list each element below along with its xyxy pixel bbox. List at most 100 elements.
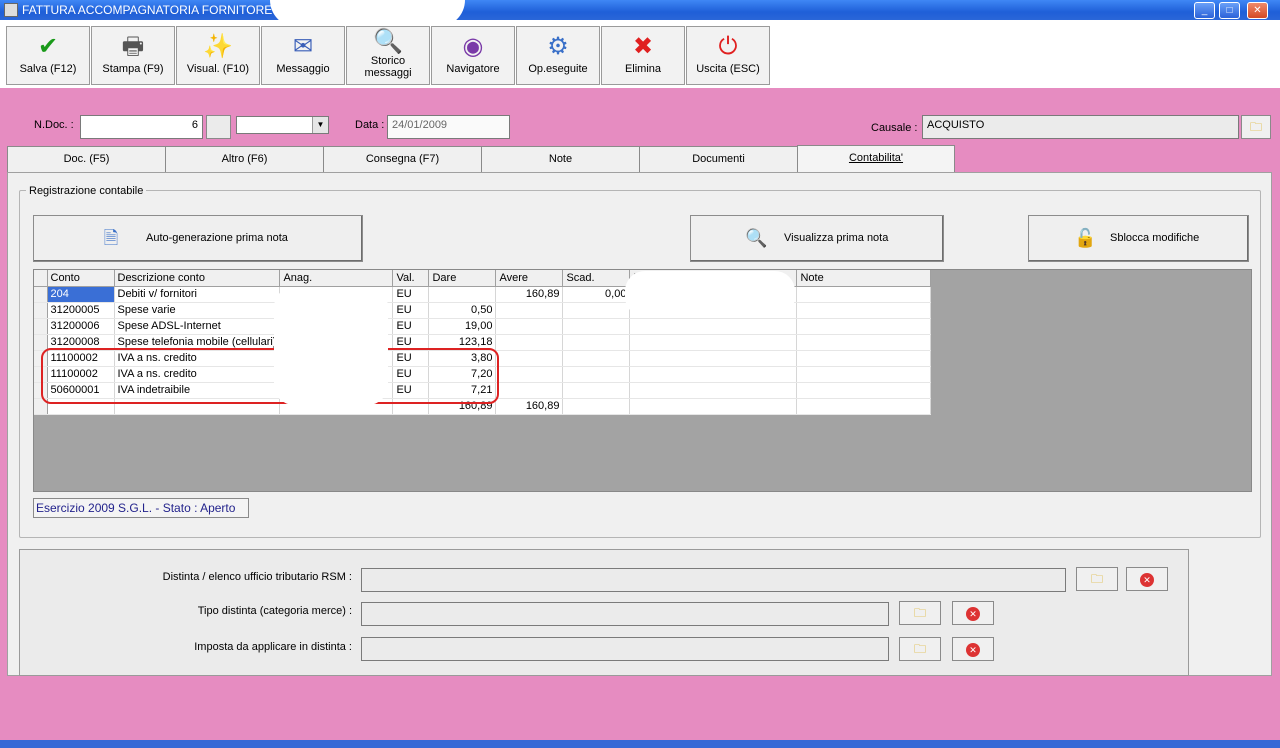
toolbar-button-6[interactable]: ⚙ Op.eseguite xyxy=(516,26,600,85)
table-cell[interactable] xyxy=(495,366,564,383)
table-cell[interactable] xyxy=(495,302,564,319)
maximize-button[interactable]: □ xyxy=(1219,2,1240,19)
row-indicator[interactable] xyxy=(34,318,48,335)
table-cell[interactable] xyxy=(629,318,798,335)
table-cell[interactable]: 31200005 xyxy=(47,302,115,319)
toolbar-button-4[interactable]: 🔍 Storico messaggi xyxy=(346,26,430,85)
table-cell[interactable] xyxy=(428,286,497,303)
table-cell[interactable]: 19,00 xyxy=(428,318,497,335)
table-row[interactable]: 31200006 Spese ADSL-Internet EU 19,00 xyxy=(34,318,932,335)
tipo-distinta-input[interactable] xyxy=(361,602,889,626)
auto-generate-button[interactable]: 🗎 Auto-generazione prima nota xyxy=(33,215,363,262)
table-cell[interactable] xyxy=(562,366,631,383)
tab-documenti[interactable]: Documenti xyxy=(639,146,798,173)
table-cell[interactable]: 31200006 xyxy=(47,318,115,335)
imposta-browse-button[interactable]: 🗀 xyxy=(899,637,941,661)
table-cell[interactable] xyxy=(796,302,932,319)
chevron-down-icon[interactable]: ▼ xyxy=(312,117,328,133)
table-cell[interactable] xyxy=(629,366,798,383)
table-cell[interactable]: 0,50 xyxy=(428,302,497,319)
table-cell[interactable]: EU xyxy=(392,302,430,319)
table-row[interactable]: 31200005 Spese varie EU 0,50 xyxy=(34,302,932,319)
table-cell[interactable] xyxy=(495,350,564,367)
toolbar-button-7[interactable]: ✖ Elimina xyxy=(601,26,685,85)
tab-altro[interactable]: Altro (F6) xyxy=(165,146,324,173)
table-cell[interactable]: 160,89 xyxy=(495,286,564,303)
table-cell[interactable] xyxy=(629,382,798,399)
table-cell[interactable] xyxy=(796,366,932,383)
tab-consegna[interactable]: Consegna (F7) xyxy=(323,146,482,173)
table-cell[interactable] xyxy=(495,334,564,351)
grid-header-cell[interactable]: Descrizione conto xyxy=(114,270,281,287)
row-indicator[interactable] xyxy=(34,286,48,303)
toolbar-button-label: Navigatore xyxy=(446,63,500,75)
toolbar-button-1[interactable]: 🖶 Stampa (F9) xyxy=(91,26,175,85)
close-button[interactable]: ✕ xyxy=(1247,2,1268,19)
causale-browse-button[interactable]: 🗀 xyxy=(1241,115,1271,139)
toolbar-button-3[interactable]: ✉ Messaggio xyxy=(261,26,345,85)
folder-icon: 🗀 xyxy=(1090,572,1103,586)
table-cell[interactable] xyxy=(562,350,631,367)
table-cell[interactable] xyxy=(629,334,798,351)
tipo-distinta-clear-button[interactable]: ✕ xyxy=(952,601,994,625)
table-cell[interactable] xyxy=(796,286,932,303)
toolbar-button-2[interactable]: ✨ Visual. (F10) xyxy=(176,26,260,85)
toolbar-button-8[interactable]: ⏻ Uscita (ESC) xyxy=(686,26,770,85)
table-cell[interactable]: 0,00 xyxy=(562,286,631,303)
toolbar-button-5[interactable]: ◉ Navigatore xyxy=(431,26,515,85)
causale-input[interactable]: ACQUISTO xyxy=(922,115,1239,139)
ndoc-series-select[interactable]: ▼ xyxy=(236,116,329,134)
delete-icon: ✕ xyxy=(966,607,980,621)
table-cell[interactable]: EU xyxy=(392,318,430,335)
data-input[interactable]: 24/01/2009 xyxy=(387,115,510,139)
table-cell[interactable] xyxy=(562,318,631,335)
table-cell[interactable] xyxy=(796,382,932,399)
grid-header-cell[interactable]: Note xyxy=(796,270,932,287)
view-prima-nota-button[interactable]: 🔍 Visualizza prima nota xyxy=(690,215,944,262)
table-cell[interactable]: Spese ADSL-Internet xyxy=(114,318,281,335)
imposta-input[interactable] xyxy=(361,637,889,661)
table-cell[interactable] xyxy=(562,334,631,351)
table-cell[interactable]: 204 xyxy=(47,286,115,303)
tab-note[interactable]: Note xyxy=(481,146,640,173)
table-cell[interactable] xyxy=(495,382,564,399)
ndoc-picker-button[interactable] xyxy=(206,115,231,139)
distinta-input[interactable] xyxy=(361,568,1066,592)
table-cell[interactable]: Debiti v/ fornitori xyxy=(114,286,281,303)
registrazione-label: Registrazione contabile xyxy=(26,185,147,197)
table-cell[interactable]: EU xyxy=(392,286,430,303)
grid-header-cell[interactable]: Scad. xyxy=(562,270,631,287)
table-cell[interactable] xyxy=(495,318,564,335)
row-indicator[interactable] xyxy=(34,334,48,351)
table-cell[interactable] xyxy=(796,398,932,415)
minimize-button[interactable]: _ xyxy=(1194,2,1215,19)
unlock-button[interactable]: 🔓 Sblocca modifiche xyxy=(1028,215,1249,262)
tab-doc[interactable]: Doc. (F5) xyxy=(7,146,166,173)
table-cell[interactable] xyxy=(562,302,631,319)
table-cell[interactable] xyxy=(562,382,631,399)
ndoc-input[interactable]: 6 xyxy=(80,115,203,139)
tab-contabilita[interactable]: Contabilita' xyxy=(797,145,955,172)
tipo-distinta-browse-button[interactable]: 🗀 xyxy=(899,601,941,625)
table-row[interactable]: 204 Debiti v/ fornitori EU 160,89 0,00 xyxy=(34,286,932,303)
row-indicator[interactable] xyxy=(34,302,48,319)
distinta-browse-button[interactable]: 🗀 xyxy=(1076,567,1118,591)
table-cell[interactable] xyxy=(796,350,932,367)
table-cell[interactable] xyxy=(796,318,932,335)
table-cell[interactable] xyxy=(796,334,932,351)
distinta-clear-button[interactable]: ✕ xyxy=(1126,567,1168,591)
toolbar-button-0[interactable]: ✔ Salva (F12) xyxy=(6,26,90,85)
imposta-clear-button[interactable]: ✕ xyxy=(952,637,994,661)
grid-header-cell[interactable]: Conto xyxy=(47,270,115,287)
padlock-open-icon: 🔓 xyxy=(1074,228,1097,248)
table-cell[interactable]: 160,89 xyxy=(495,398,564,415)
grid-header-cell[interactable]: Avere xyxy=(495,270,564,287)
table-cell[interactable] xyxy=(562,398,631,415)
grid-header-cell[interactable]: Anag. xyxy=(279,270,394,287)
table-cell[interactable] xyxy=(629,350,798,367)
grid-header-cell[interactable]: Dare xyxy=(428,270,497,287)
grid-header-cell[interactable]: Val. xyxy=(392,270,430,287)
magic-wand-icon: ✨ xyxy=(203,33,233,60)
table-cell[interactable] xyxy=(629,398,798,415)
table-cell[interactable]: Spese varie xyxy=(114,302,281,319)
